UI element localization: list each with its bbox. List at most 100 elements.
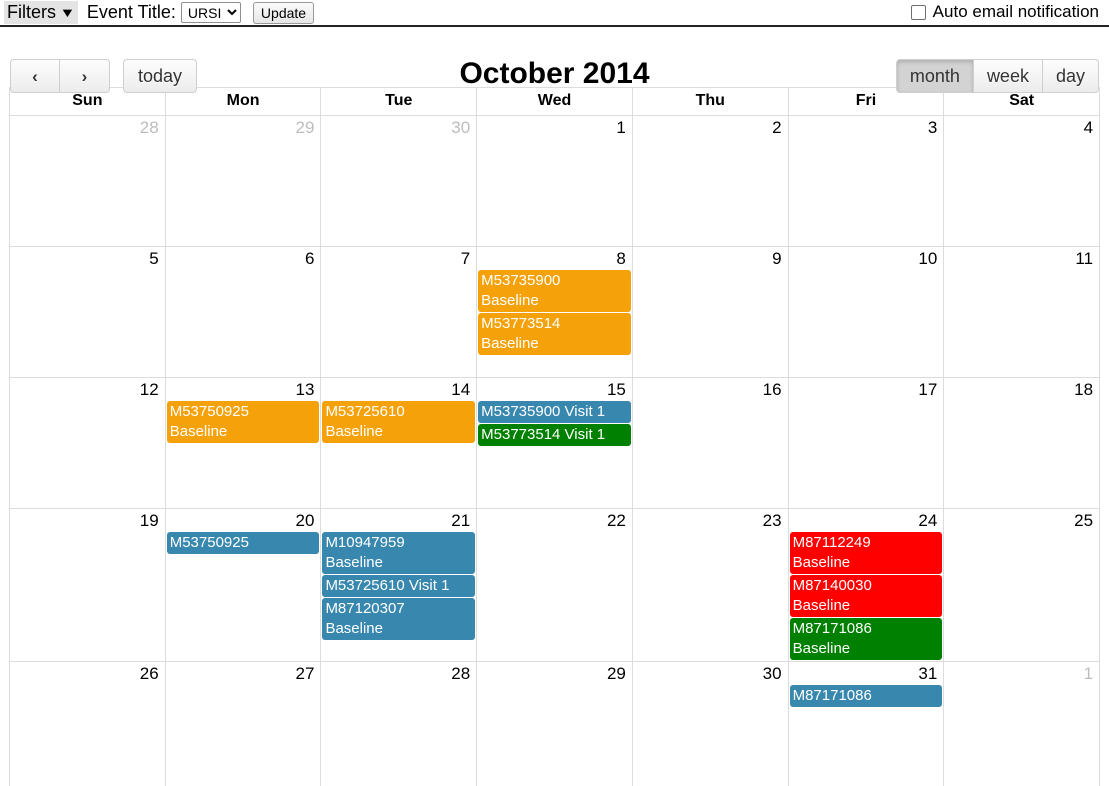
day-number: 29 [295,118,315,137]
day-number: 7 [460,249,471,268]
calendar-event[interactable]: M53735900 Visit 1 [478,401,631,423]
calendar-weeks: 28 29 30 1 2 3 4 5 6 7 8 M53735900 Baseline M53773514… [10,116,1101,786]
day-cell[interactable]: 4 [944,116,1101,247]
day-cell[interactable]: 17 [788,378,945,509]
calendar-event[interactable]: M87171086 [789,685,943,707]
day-cell[interactable]: 2 [632,116,789,247]
day-number: 19 [139,511,159,530]
day-cell[interactable]: 6 [165,247,322,378]
event-title-select[interactable]: URSI [180,2,241,23]
day-cell[interactable]: 5 [10,247,166,378]
calendar-event[interactable]: M87112249 Baseline [789,532,943,574]
calendar-event-line: M53750925 [169,534,249,551]
calendar-event-line: M53773514 [481,315,561,332]
calendar-week-row: 28 29 30 1 2 3 4 [10,116,1101,247]
day-events: M53750925 [166,532,321,554]
auto-email-label: Auto email notification [932,2,1099,21]
day-cell[interactable]: 27 [165,662,322,786]
view-button-month[interactable]: month [895,59,974,93]
calendar-week-row: 12 13 M53750925 Baseline 14 M53725610 Baseline… [10,378,1101,509]
day-cell[interactable]: 28 [10,116,166,247]
calendar-event[interactable]: M53725610 Baseline [322,401,476,443]
day-cell[interactable]: 15 M53735900 Visit 1 M53773514 Visit 1 [477,378,633,509]
calendar-event-line: M53725610 [325,403,405,420]
calendar-event-line: M87171086 [792,620,872,637]
calendar-event[interactable]: M53725610 Visit 1 [322,575,476,597]
calendar-event[interactable]: M53773514 Visit 1 [478,424,631,446]
day-cell[interactable]: 10 [788,247,945,378]
day-cell[interactable]: 23 [632,509,789,662]
day-number: 12 [139,380,159,399]
prev-month-button[interactable]: ‹ [10,59,60,93]
calendar-event-line: Baseline [325,423,383,440]
filter-bar: Filters ▼ Event Title: URSI Update Auto … [0,0,1109,27]
calendar-event[interactable]: M87140030 Baseline [789,575,943,617]
day-number: 30 [762,664,782,683]
chevron-right-icon: › [81,66,88,86]
day-events: M53735900 Visit 1 M53773514 Visit 1 [477,401,632,446]
day-number: 10 [918,249,938,268]
day-cell[interactable]: 3 [788,116,945,247]
auto-email-checkbox[interactable] [910,4,926,20]
calendar-event[interactable]: M53773514 Baseline [478,313,631,355]
calendar-event[interactable]: M87120307 Baseline [322,598,476,640]
day-cell[interactable]: 28 [321,662,478,786]
day-cell[interactable]: 21 M10947959 Baseline M53725610 Visit 1 M871… [321,509,478,662]
calendar-event-line: M53773514 Visit 1 [481,426,606,443]
calendar-event-line: M53735900 [481,272,561,289]
calendar-event[interactable]: M53735900 Baseline [478,270,631,312]
day-cell[interactable]: 31 M87171086 [788,662,945,786]
day-cell[interactable]: 11 [944,247,1101,378]
today-button[interactable]: today [123,59,198,93]
event-title-label: Event Title: [86,2,176,22]
day-number: 20 [295,511,315,530]
calendar-event-line: Baseline [325,620,383,637]
day-number: 6 [304,249,315,268]
day-cell[interactable]: 8 M53735900 Baseline M53773514 Baseline [477,247,633,378]
day-events: M10947959 Baseline M53725610 Visit 1 M87120… [321,532,476,640]
day-header-wed: Wed [477,88,633,116]
day-cell[interactable]: 1 [477,116,633,247]
today-button-group: today [123,59,198,93]
calendar-event-line: Baseline [792,554,851,571]
calendar-event-line: M53725610 Visit 1 [325,577,450,594]
chevron-left-icon: ‹ [32,66,38,86]
day-cell[interactable]: 13 M53750925 Baseline [165,378,322,509]
calendar-event[interactable]: M53750925 [166,532,320,554]
day-cell[interactable]: 22 [477,509,633,662]
view-button-day[interactable]: day [1042,59,1099,93]
day-number: 16 [762,380,782,399]
day-events: M53750925 Baseline [166,401,321,443]
calendar-event-line: M87112249 [792,534,871,551]
calendar-event-line: M87171086 [792,687,872,704]
day-cell[interactable]: 14 M53725610 Baseline [321,378,478,509]
day-number: 28 [451,664,471,683]
day-cell[interactable]: 7 [321,247,478,378]
day-events: M53735900 Baseline M53773514 Baseline [477,270,632,355]
day-cell[interactable]: 9 [632,247,789,378]
next-month-button[interactable]: › [60,59,110,93]
calendar-event[interactable]: M10947959 Baseline [322,532,476,574]
auto-email-notification-group: Auto email notification [910,2,1099,22]
day-cell[interactable]: 29 [165,116,322,247]
calendar-event-line: Baseline [481,292,539,309]
calendar-toolbar: ‹ › today October 2014 month week day [0,27,1109,93]
update-button[interactable]: Update [252,1,315,24]
day-cell[interactable]: 16 [632,378,789,509]
calendar-event[interactable]: M53750925 Baseline [166,401,320,443]
day-cell[interactable]: 26 [10,662,166,786]
day-cell[interactable]: 25 [944,509,1101,662]
calendar-week-row: 19 20 M53750925 21 M10947959 Baseline M5372561… [10,509,1101,662]
day-cell[interactable]: 30 [632,662,789,786]
day-cell[interactable]: 30 [321,116,478,247]
day-cell[interactable]: 29 [477,662,633,786]
calendar-event[interactable]: M87171086 Baseline [789,618,943,660]
day-cell[interactable]: 19 [10,509,166,662]
day-cell[interactable]: 20 M53750925 [165,509,322,662]
view-button-week[interactable]: week [973,59,1043,93]
day-cell[interactable]: 12 [10,378,166,509]
day-cell[interactable]: 24 M87112249 Baseline M87140030 Baseline M871… [788,509,945,662]
day-cell[interactable]: 18 [944,378,1101,509]
day-cell[interactable]: 1 [944,662,1101,786]
filters-toggle[interactable]: Filters ▼ [4,1,78,24]
